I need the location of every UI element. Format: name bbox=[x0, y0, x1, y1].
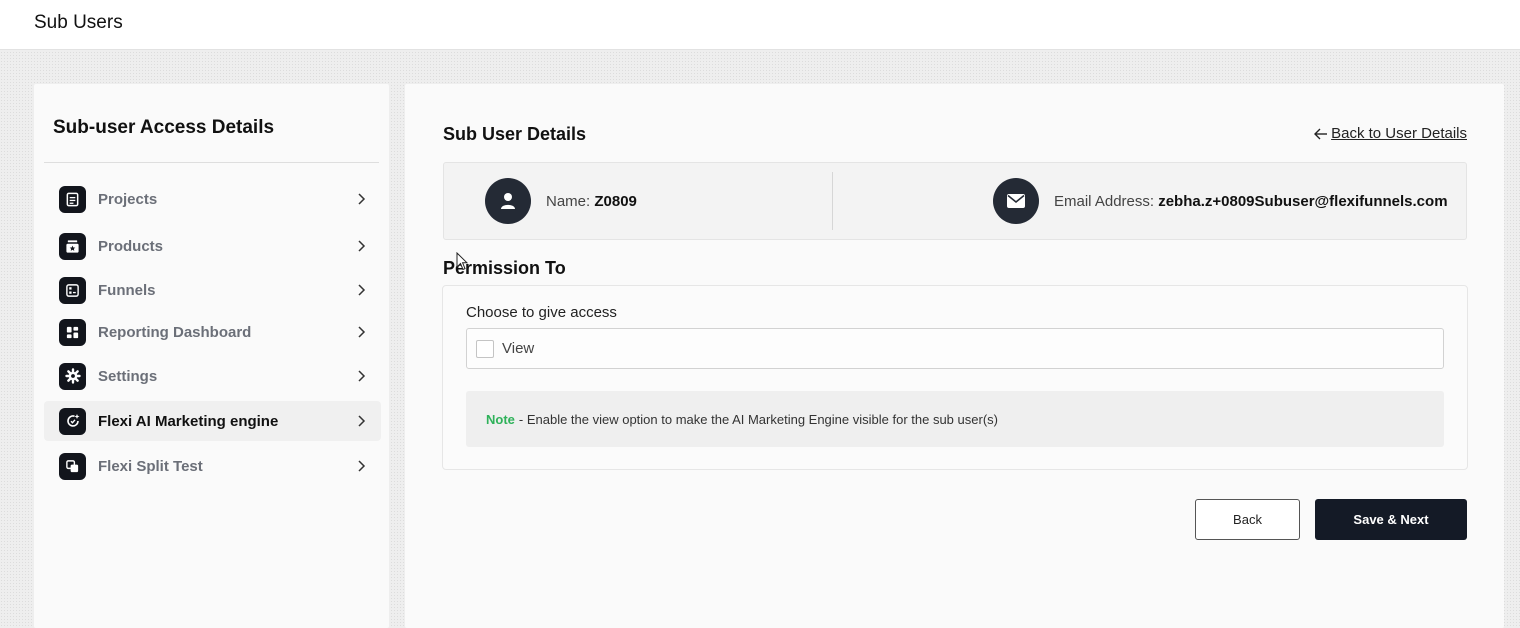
view-checkbox[interactable] bbox=[476, 339, 494, 358]
page-title: Sub Users bbox=[34, 12, 123, 33]
user-email: Email Address: zebha.z+0809Subuser@flexi… bbox=[1054, 193, 1448, 210]
sidebar-item-flexi-ai-marketing-engine[interactable]: Flexi AI Marketing engine bbox=[44, 401, 381, 441]
chevron-right-icon bbox=[358, 240, 366, 252]
email-label: Email Address: bbox=[1054, 193, 1155, 210]
chevron-right-icon bbox=[358, 370, 366, 382]
view-option-field[interactable]: View bbox=[466, 328, 1444, 369]
note-text: - Enable the view option to make the AI … bbox=[518, 411, 998, 427]
user-name: Name: Z0809 bbox=[546, 193, 637, 210]
sidebar-item-label: Flexi AI Marketing engine bbox=[98, 412, 279, 430]
back-to-user-details-link[interactable]: Back to User Details bbox=[1313, 125, 1467, 142]
sidebar-item-products[interactable]: Products bbox=[44, 226, 381, 266]
back-link-label: Back to User Details bbox=[1331, 125, 1467, 142]
sidebar-item-label: Flexi Split Test bbox=[98, 457, 203, 475]
sidebar-item-label: Projects bbox=[98, 190, 158, 208]
user-details-card: Name: Z0809 Email Address: zebha.z+0809S… bbox=[443, 162, 1467, 240]
user-avatar-icon bbox=[485, 178, 531, 224]
gear-icon bbox=[59, 362, 86, 390]
note-box: Note - Enable the view option to make th… bbox=[466, 391, 1444, 447]
chevron-right-icon bbox=[358, 326, 366, 338]
sidebar-item-flexi-split-test[interactable]: Flexi Split Test bbox=[44, 446, 381, 486]
sidebar-item-label: Products bbox=[98, 237, 164, 255]
name-value: Z0809 bbox=[594, 193, 637, 210]
document-icon bbox=[59, 185, 86, 213]
chevron-right-icon bbox=[358, 415, 366, 427]
arrow-left-icon bbox=[1314, 128, 1328, 139]
sidebar-item-label: Settings bbox=[98, 367, 158, 385]
dashboard-icon bbox=[59, 318, 86, 346]
permission-box: Choose to give access View Note - Enable… bbox=[442, 285, 1468, 470]
chevron-right-icon bbox=[358, 460, 366, 472]
choose-access-label: Choose to give access bbox=[466, 304, 617, 321]
sidebar: Sub-user Access Details Projects Product… bbox=[34, 84, 389, 628]
save-next-button[interactable]: Save & Next bbox=[1315, 499, 1467, 540]
name-label: Name: bbox=[546, 193, 591, 210]
section-title: Sub User Details bbox=[443, 124, 587, 144]
back-button[interactable]: Back bbox=[1195, 499, 1300, 540]
sidebar-item-funnels[interactable]: Funnels bbox=[44, 270, 381, 310]
mail-icon bbox=[993, 178, 1039, 224]
funnel-icon bbox=[59, 276, 86, 304]
sidebar-item-reporting-dashboard[interactable]: Reporting Dashboard bbox=[44, 312, 381, 352]
chevron-right-icon bbox=[358, 284, 366, 296]
top-bar: Sub Users bbox=[0, 0, 1520, 50]
view-option-label: View bbox=[502, 340, 535, 357]
ai-engine-icon bbox=[59, 407, 86, 435]
sidebar-item-projects[interactable]: Projects bbox=[44, 179, 381, 219]
mouse-cursor-icon bbox=[456, 252, 468, 271]
split-test-icon bbox=[59, 452, 86, 480]
sidebar-item-label: Funnels bbox=[98, 281, 156, 299]
sidebar-item-settings[interactable]: Settings bbox=[44, 356, 381, 396]
main-panel: Sub User Details Back to User Details Na… bbox=[405, 84, 1504, 628]
note-key: Note bbox=[486, 411, 515, 427]
chevron-right-icon bbox=[358, 193, 366, 205]
sidebar-item-label: Reporting Dashboard bbox=[98, 323, 252, 341]
products-icon bbox=[59, 232, 86, 260]
card-divider bbox=[832, 172, 833, 230]
email-value: zebha.z+0809Subuser@flexifunnels.com bbox=[1158, 193, 1448, 210]
sidebar-heading: Sub-user Access Details bbox=[53, 117, 275, 138]
sidebar-divider bbox=[44, 162, 379, 163]
